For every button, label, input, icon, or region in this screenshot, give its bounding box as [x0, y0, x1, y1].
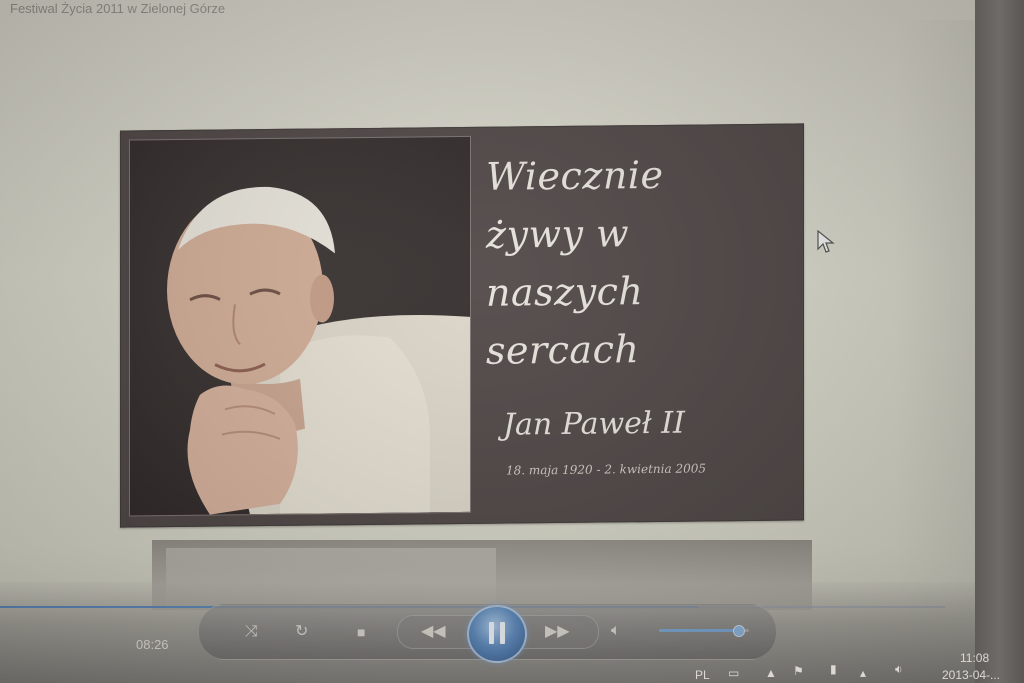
volume-slider[interactable] [659, 625, 749, 637]
tray-arrow-icon[interactable]: ▲ [765, 666, 777, 680]
headline-line-1: Wiecznie [486, 152, 664, 199]
elapsed-time: 08:26 [136, 637, 169, 652]
projected-screen: Festiwal Życia 2011 w Zielonej Górze Wie… [0, 0, 975, 683]
action-center-flag-icon[interactable]: ⚑ [793, 664, 804, 678]
portrait-illustration [167, 187, 470, 515]
fast-forward-icon[interactable]: ▶▶ [545, 624, 570, 640]
window-title: Festiwal Życia 2011 w Zielonej Górze [10, 1, 226, 16]
headline-line-2: żywy w [486, 211, 630, 257]
rewind-icon[interactable]: ◀◀ [421, 624, 446, 640]
pause-button[interactable] [467, 605, 527, 663]
speaker-icon[interactable]: 🔈︎ [611, 623, 621, 639]
portrait-photo [129, 135, 471, 517]
volume-tray-icon[interactable]: 🔉︎ [895, 662, 903, 677]
pause-icon [489, 622, 505, 644]
right-margin [895, 20, 975, 620]
language-indicator[interactable]: PL [695, 668, 710, 682]
mouse-cursor-icon [817, 230, 835, 253]
shuffle-icon[interactable]: ⤨ [245, 624, 258, 640]
network-icon[interactable]: ▴ [860, 666, 866, 680]
slide-headline: Wiecznie żywy w naszych sercach [486, 145, 786, 380]
clock-date[interactable]: 2013-04-... [942, 668, 1000, 682]
volume-level [659, 629, 739, 632]
headline-line-4: sercach [486, 327, 640, 373]
video-frame[interactable]: Wiecznie żywy w naszych sercach Jan Pawe… [120, 123, 804, 528]
clock-time[interactable]: 11:08 [960, 651, 989, 665]
projector-edge [975, 0, 1024, 683]
power-icon[interactable]: ▮ [830, 662, 837, 676]
headline-line-3: naszych [486, 269, 644, 315]
volume-handle[interactable] [733, 625, 746, 637]
keyboard-icon[interactable]: ▭ [728, 666, 739, 680]
slide-dates: 18. maja 1920 - 2. kwietnia 2005 [506, 461, 706, 478]
stop-icon[interactable]: ■ [357, 624, 365, 640]
slide-name: Jan Paweł II [503, 405, 685, 443]
system-tray: PL ▭ ▲ ⚑ ▮ ▴ 🔉︎ [690, 650, 975, 683]
repeat-icon[interactable]: ↻ [295, 624, 308, 640]
